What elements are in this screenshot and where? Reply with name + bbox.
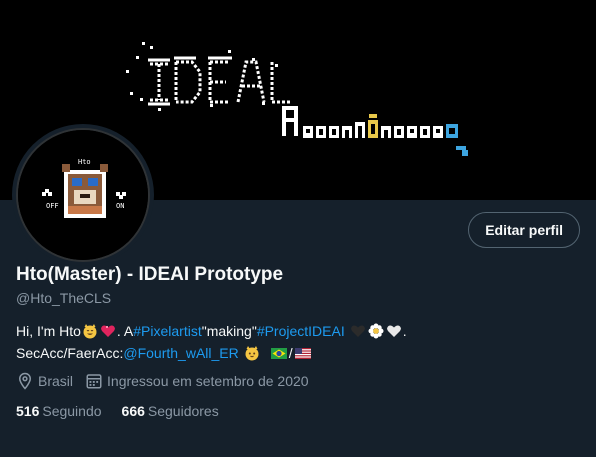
prototype-wordmark (282, 106, 468, 156)
profile-stats: 516 Seguindo 666 Seguidores (16, 403, 239, 419)
bio-flag-separator: / (288, 345, 293, 361)
followers-label: Seguidores (147, 403, 219, 419)
profile-meta: Brasil Ingressou em setembro de 2020 (16, 372, 321, 390)
edit-profile-button[interactable]: Editar perfil (468, 212, 580, 248)
location-text: Brasil (38, 373, 74, 389)
followers-count: 666 (121, 403, 145, 419)
hashtag-projectideai-link[interactable]: #ProjectIDEAI (257, 321, 345, 341)
followers-link[interactable]: 666 Seguidores (122, 403, 219, 419)
black-heart-emoji-icon (350, 325, 365, 337)
calendar-icon (86, 374, 102, 389)
ideal-logo (150, 60, 290, 104)
bio-end: . (402, 323, 407, 339)
avatar-on-label: ON (116, 202, 124, 210)
cat-face-emoji-icon (245, 346, 259, 361)
profile-bio: Hi, I'm Hto . A #Pixelartist "making" #P… (16, 320, 576, 364)
smiling-cat-emoji-icon (83, 324, 97, 339)
bio-line-1: Hi, I'm Hto . A #Pixelartist "making" #P… (16, 320, 576, 342)
avatar-off-label: OFF (46, 202, 59, 210)
bio-line-2: SecAcc/FaerAcc: @Fourth_wAll_ER / (16, 342, 576, 364)
avatar[interactable]: OFF ON Hto (16, 128, 150, 262)
location-item: Brasil (16, 372, 73, 390)
following-label: Seguindo (42, 403, 102, 419)
mention-fourth-wall-link[interactable]: @Fourth_wAll_ER (123, 343, 238, 363)
hashtag-pixelartist-link[interactable]: #Pixelartist (133, 321, 201, 341)
profile-name: Hto(Master) - IDEAI Prototype (16, 264, 284, 285)
following-link[interactable]: 516 Seguindo (16, 403, 102, 419)
white-heart-emoji-icon (386, 325, 401, 337)
brazil-flag-icon (270, 348, 287, 359)
avatar-container: OFF ON Hto (12, 124, 154, 266)
map-pin-icon (18, 372, 32, 390)
heart-emoji-icon (101, 325, 115, 337)
avatar-artwork: OFF ON Hto (18, 130, 148, 260)
bio-intro: Hi, I'm Hto (16, 323, 81, 339)
daisy-flower-emoji-icon (368, 323, 384, 339)
bio-secacc-label: SecAcc/FaerAcc: (16, 345, 124, 361)
avatar-badge: Hto (78, 158, 91, 166)
following-count: 516 (16, 403, 40, 419)
joined-item: Ingressou em setembro de 2020 (85, 372, 309, 390)
bio-making: "making" (201, 323, 257, 339)
us-flag-icon (294, 348, 311, 359)
bio-a: . A (116, 323, 134, 339)
joined-text: Ingressou em setembro de 2020 (107, 373, 309, 389)
profile-handle: @Hto_TheCLS (16, 290, 112, 306)
